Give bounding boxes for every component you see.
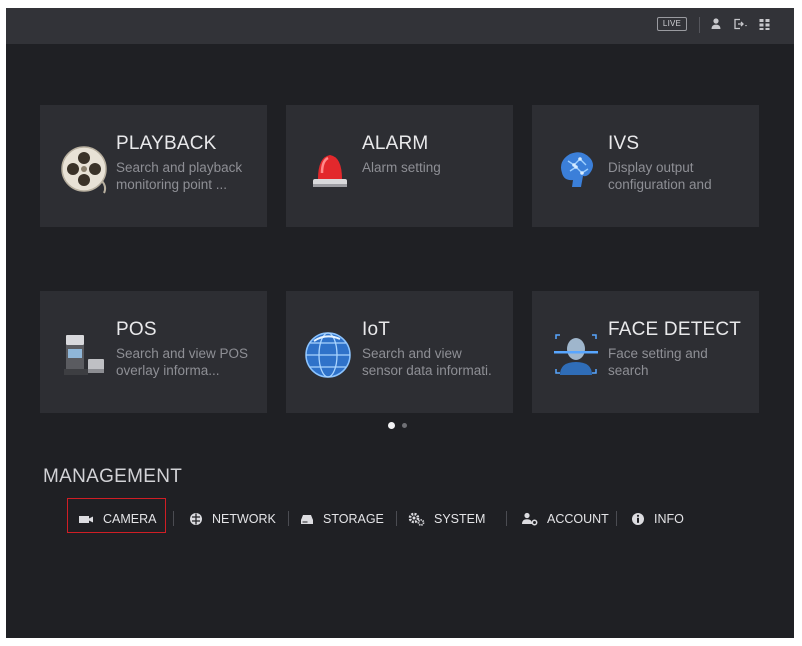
tile-title: POS (116, 319, 157, 340)
main-window: LIVE PLAYBACK Search and playback monito… (6, 8, 794, 638)
grid-icon[interactable] (758, 17, 772, 31)
nav-camera[interactable]: CAMERA (78, 508, 156, 530)
info-icon (632, 513, 644, 525)
page-dot[interactable] (402, 423, 407, 428)
nav-network[interactable]: NETWORK (189, 508, 276, 530)
page-dot-active[interactable] (388, 422, 395, 429)
tile-title: ALARM (362, 133, 429, 154)
tile-title: PLAYBACK (116, 133, 217, 154)
pos-terminal-icon (64, 335, 104, 375)
nav-divider (288, 511, 289, 526)
globe-icon (305, 332, 351, 378)
toolbar-divider (699, 17, 700, 33)
tile-description: Search and playback monitoring point ... (116, 160, 243, 192)
top-bar: LIVE (6, 8, 794, 44)
user-icon[interactable] (710, 17, 722, 31)
film-reel-icon (61, 146, 107, 194)
nav-label: INFO (654, 512, 684, 526)
brain-icon (561, 152, 593, 187)
nav-divider (396, 511, 397, 526)
face-scan-icon (554, 334, 598, 375)
nav-label: ACCOUNT (547, 512, 609, 526)
nav-label: SYSTEM (434, 512, 486, 526)
network-icon (190, 513, 202, 525)
tile-description: Alarm setting (362, 160, 441, 175)
tile-alarm[interactable]: ALARM Alarm setting (286, 105, 513, 227)
account-icon (522, 512, 538, 526)
nav-account[interactable]: ACCOUNT (521, 508, 609, 530)
camera-icon (79, 516, 93, 523)
nav-system[interactable]: SYSTEM (408, 508, 485, 530)
tile-description: Search and view POS overlay informa... (116, 346, 249, 378)
tile-title: IVS (608, 133, 640, 154)
tile-description: Face setting and search (608, 346, 708, 378)
management-title: MANAGEMENT (43, 466, 183, 487)
live-button[interactable]: LIVE (657, 17, 687, 31)
tile-title: FACE DETECT (608, 319, 742, 340)
nav-label: CAMERA (103, 512, 157, 526)
alarm-light-icon (313, 155, 347, 187)
nav-label: STORAGE (323, 512, 384, 526)
tile-pos[interactable]: POS Search and view POS overlay informa.… (40, 291, 267, 413)
tile-face-detect[interactable]: FACE DETECT Face setting and search (532, 291, 759, 413)
tile-description: Display output configuration and (608, 160, 712, 192)
tile-playback[interactable]: PLAYBACK Search and playback monitoring … (40, 105, 267, 227)
nav-storage[interactable]: STORAGE (300, 508, 384, 530)
logout-icon[interactable] (733, 17, 749, 31)
gears-icon (408, 512, 425, 526)
nav-divider (173, 511, 174, 526)
nav-info[interactable]: INFO (631, 508, 684, 530)
nav-label: NETWORK (212, 512, 276, 526)
storage-icon (301, 515, 313, 524)
nav-divider (506, 511, 507, 526)
tile-iot[interactable]: IoT Search and view sensor data informat… (286, 291, 513, 413)
tile-title: IoT (362, 319, 391, 340)
tile-description: Search and view sensor data informati. (362, 346, 492, 378)
nav-divider (616, 511, 617, 526)
tile-ivs[interactable]: IVS Display output configuration and (532, 105, 759, 227)
